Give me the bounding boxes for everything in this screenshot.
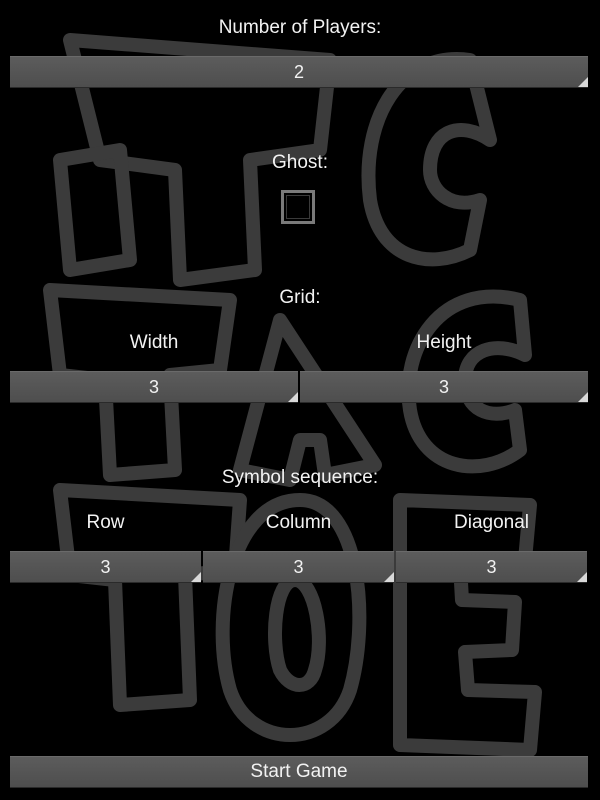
start-game-button[interactable]: Start Game (10, 756, 588, 788)
sequence-row-label: Row (86, 512, 125, 533)
grid-width-selector[interactable]: 3 (10, 371, 298, 403)
sequence-row-selector[interactable]: 3 (10, 551, 201, 583)
grid-height-label: Height (416, 332, 472, 353)
symbol-sequence-label: Symbol sequence: (221, 467, 379, 488)
ghost-checkbox[interactable] (281, 190, 315, 224)
number-of-players-selector[interactable]: 2 (10, 56, 588, 88)
number-of-players-label: Number of Players: (218, 17, 382, 38)
game-setup-screen: Number of Players: 2 Ghost: Grid: Width … (0, 0, 600, 800)
grid-width-label: Width (129, 332, 179, 353)
sequence-column-label: Column (265, 512, 332, 533)
sequence-diagonal-label: Diagonal (454, 512, 529, 533)
grid-height-selector[interactable]: 3 (300, 371, 588, 403)
sequence-diagonal-selector[interactable]: 3 (396, 551, 587, 583)
grid-label: Grid: (279, 287, 321, 308)
ghost-label: Ghost: (272, 152, 328, 173)
sequence-column-selector[interactable]: 3 (203, 551, 394, 583)
